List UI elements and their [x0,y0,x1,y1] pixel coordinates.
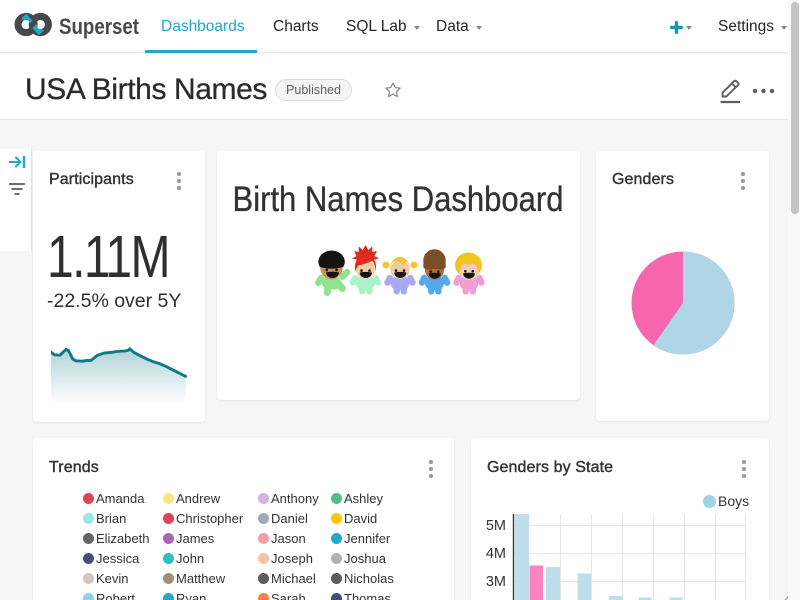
svg-text:4M: 4M [486,546,506,562]
svg-text:3M: 3M [486,574,506,590]
svg-text:5M: 5M [486,518,506,534]
